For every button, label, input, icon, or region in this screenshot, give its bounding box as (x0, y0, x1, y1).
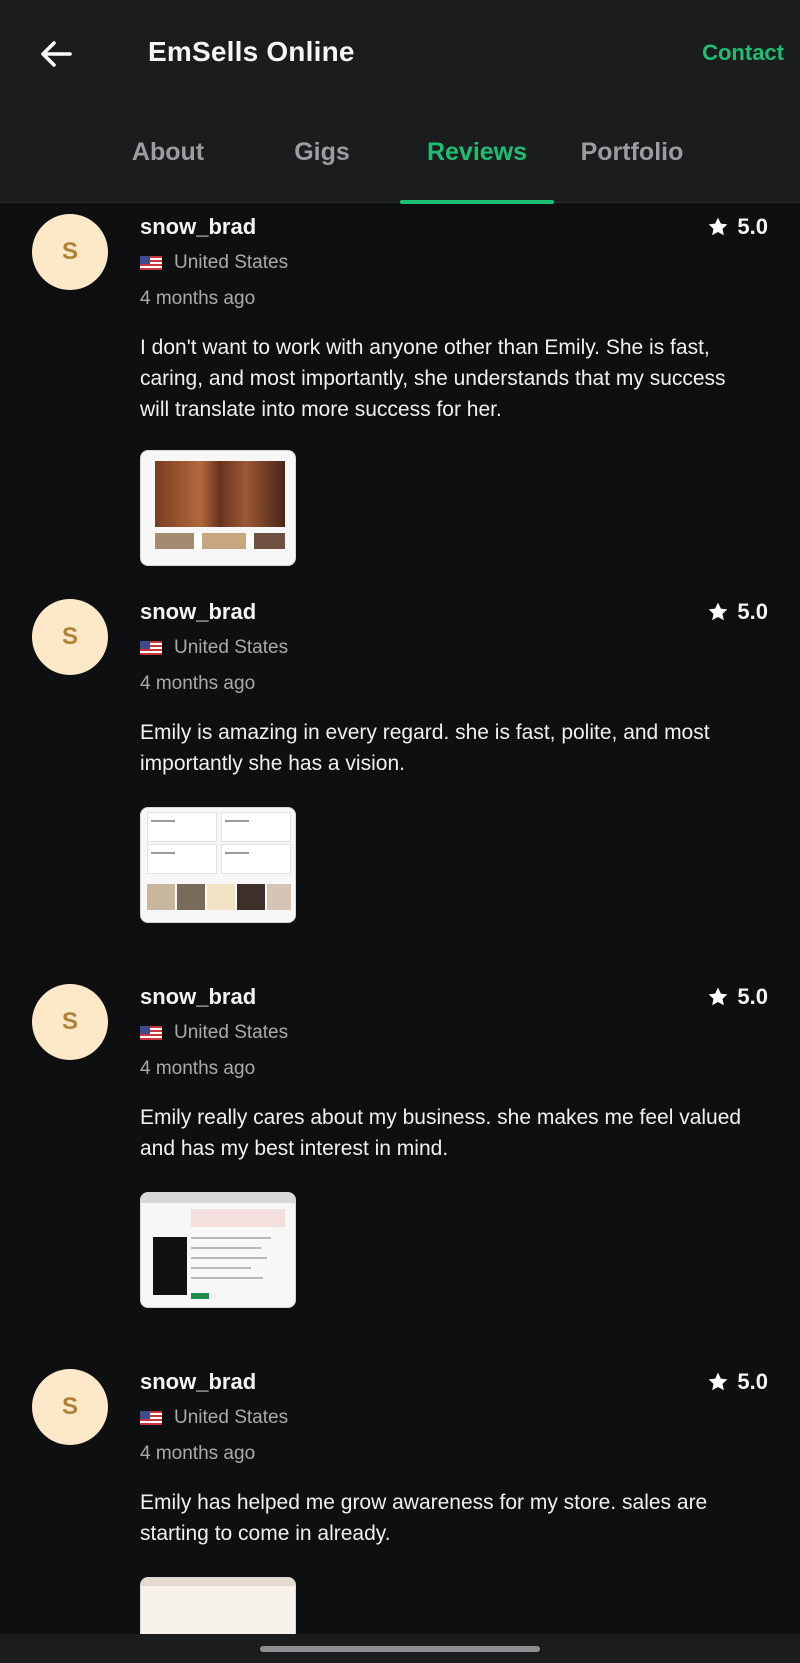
rating-value: 5.0 (737, 984, 768, 1009)
rating: 5.0 (707, 214, 768, 240)
tab-label: Reviews (426, 138, 528, 166)
rating-value: 5.0 (737, 214, 768, 239)
review-item: S snow_brad 5.0 United States 4 months a… (0, 1359, 800, 1634)
thumbnail-image (147, 884, 175, 910)
review-text: I don't want to work with anyone other t… (140, 336, 726, 421)
thumbnail-photo (155, 461, 285, 527)
review-time: 4 months ago (140, 1058, 256, 1079)
star-icon (709, 217, 728, 236)
review-text: Emily has helped me grow awareness for m… (140, 1491, 708, 1545)
thumbnail-stat-card (221, 844, 291, 874)
review-attachment-thumbnail[interactable] (140, 807, 296, 923)
country-name: United States (174, 252, 289, 273)
reviewer-name[interactable]: snow_brad (140, 1369, 256, 1395)
star-icon (709, 602, 728, 621)
navigation-bar (0, 1634, 800, 1663)
country-name: United States (174, 1022, 289, 1043)
tab-bar: About Gigs Reviews Portfolio (0, 128, 800, 204)
avatar[interactable]: S (32, 599, 108, 675)
thumbnail-browser-bar (141, 1578, 295, 1586)
tab-about[interactable]: About (91, 138, 245, 203)
reviewer-country: United States (140, 1407, 288, 1429)
arrow-left-icon[interactable] (36, 34, 76, 74)
app-header: EmSells Online Contact About Gigs Review… (0, 0, 800, 204)
avatar[interactable]: S (32, 984, 108, 1060)
rating: 5.0 (707, 984, 768, 1010)
reviewer-country: United States (140, 1022, 288, 1044)
reviews-list[interactable]: S snow_brad 5.0 United States 4 months a… (0, 204, 800, 1634)
thumbnail-image (177, 884, 205, 910)
rating: 5.0 (707, 599, 768, 625)
thumbnail-image (207, 884, 235, 910)
us-flag-icon (140, 1411, 162, 1425)
thumbnail-text-line (191, 1267, 251, 1269)
reviewer-name[interactable]: snow_brad (140, 214, 256, 240)
thumbnail-browser-bar (141, 1193, 295, 1203)
thumbnail-image (267, 884, 291, 910)
review-text: Emily is amazing in every regard. she is… (140, 721, 710, 775)
thumbnail-text-line (151, 820, 175, 822)
avatar[interactable]: S (32, 1369, 108, 1445)
thumbnail-image (237, 884, 265, 910)
review-attachment-thumbnail[interactable] (140, 1577, 296, 1634)
thumbnail-stat-card (221, 812, 291, 842)
review-time: 4 months ago (140, 1443, 256, 1464)
star-icon (709, 987, 728, 1006)
thumbnail-stat-card (147, 844, 217, 874)
thumbnail-text-line (191, 1277, 263, 1279)
thumbnail-text-line (225, 852, 249, 854)
review-time: 4 months ago (140, 673, 256, 694)
thumbnail-text-line (191, 1237, 271, 1239)
review-item: S snow_brad 5.0 United States 4 months a… (0, 589, 800, 973)
rating: 5.0 (707, 1369, 768, 1395)
rating-value: 5.0 (737, 599, 768, 624)
review-text: Emily really cares about my business. sh… (140, 1106, 742, 1160)
thumbnail-banner (191, 1209, 285, 1227)
contact-button[interactable]: Contact (702, 40, 784, 66)
thumbnail-stat-card (147, 812, 217, 842)
thumbnail-strip (155, 533, 285, 549)
reviewer-country: United States (140, 637, 288, 659)
us-flag-icon (140, 641, 162, 655)
thumbnail-text-line (191, 1257, 267, 1259)
review-time: 4 months ago (140, 288, 256, 309)
star-icon (709, 1372, 728, 1391)
tab-portfolio[interactable]: Portfolio (555, 138, 709, 203)
rating-value: 5.0 (737, 1369, 768, 1394)
country-name: United States (174, 1407, 289, 1428)
review-attachment-thumbnail[interactable] (140, 450, 296, 566)
review-item: S snow_brad 5.0 United States 4 months a… (0, 974, 800, 1358)
thumbnail-text-line (151, 852, 175, 854)
home-indicator[interactable] (260, 1646, 540, 1652)
review-attachment-thumbnail[interactable] (140, 1192, 296, 1308)
review-item: S snow_brad 5.0 United States 4 months a… (0, 204, 800, 588)
thumbnail-image (153, 1237, 187, 1295)
us-flag-icon (140, 1026, 162, 1040)
reviewer-name[interactable]: snow_brad (140, 599, 256, 625)
reviewer-country: United States (140, 252, 288, 274)
thumbnail-button (191, 1293, 209, 1299)
us-flag-icon (140, 256, 162, 270)
reviewer-name[interactable]: snow_brad (140, 984, 256, 1010)
country-name: United States (174, 637, 289, 658)
page-title: EmSells Online (148, 36, 355, 67)
thumbnail-text-line (191, 1247, 261, 1249)
tab-reviews[interactable]: Reviews (400, 138, 554, 204)
avatar[interactable]: S (32, 214, 108, 290)
tab-label: About (131, 138, 205, 166)
tab-label: Gigs (294, 138, 350, 166)
tab-gigs[interactable]: Gigs (245, 138, 399, 203)
tab-label: Portfolio (580, 138, 684, 166)
thumbnail-text-line (225, 820, 249, 822)
